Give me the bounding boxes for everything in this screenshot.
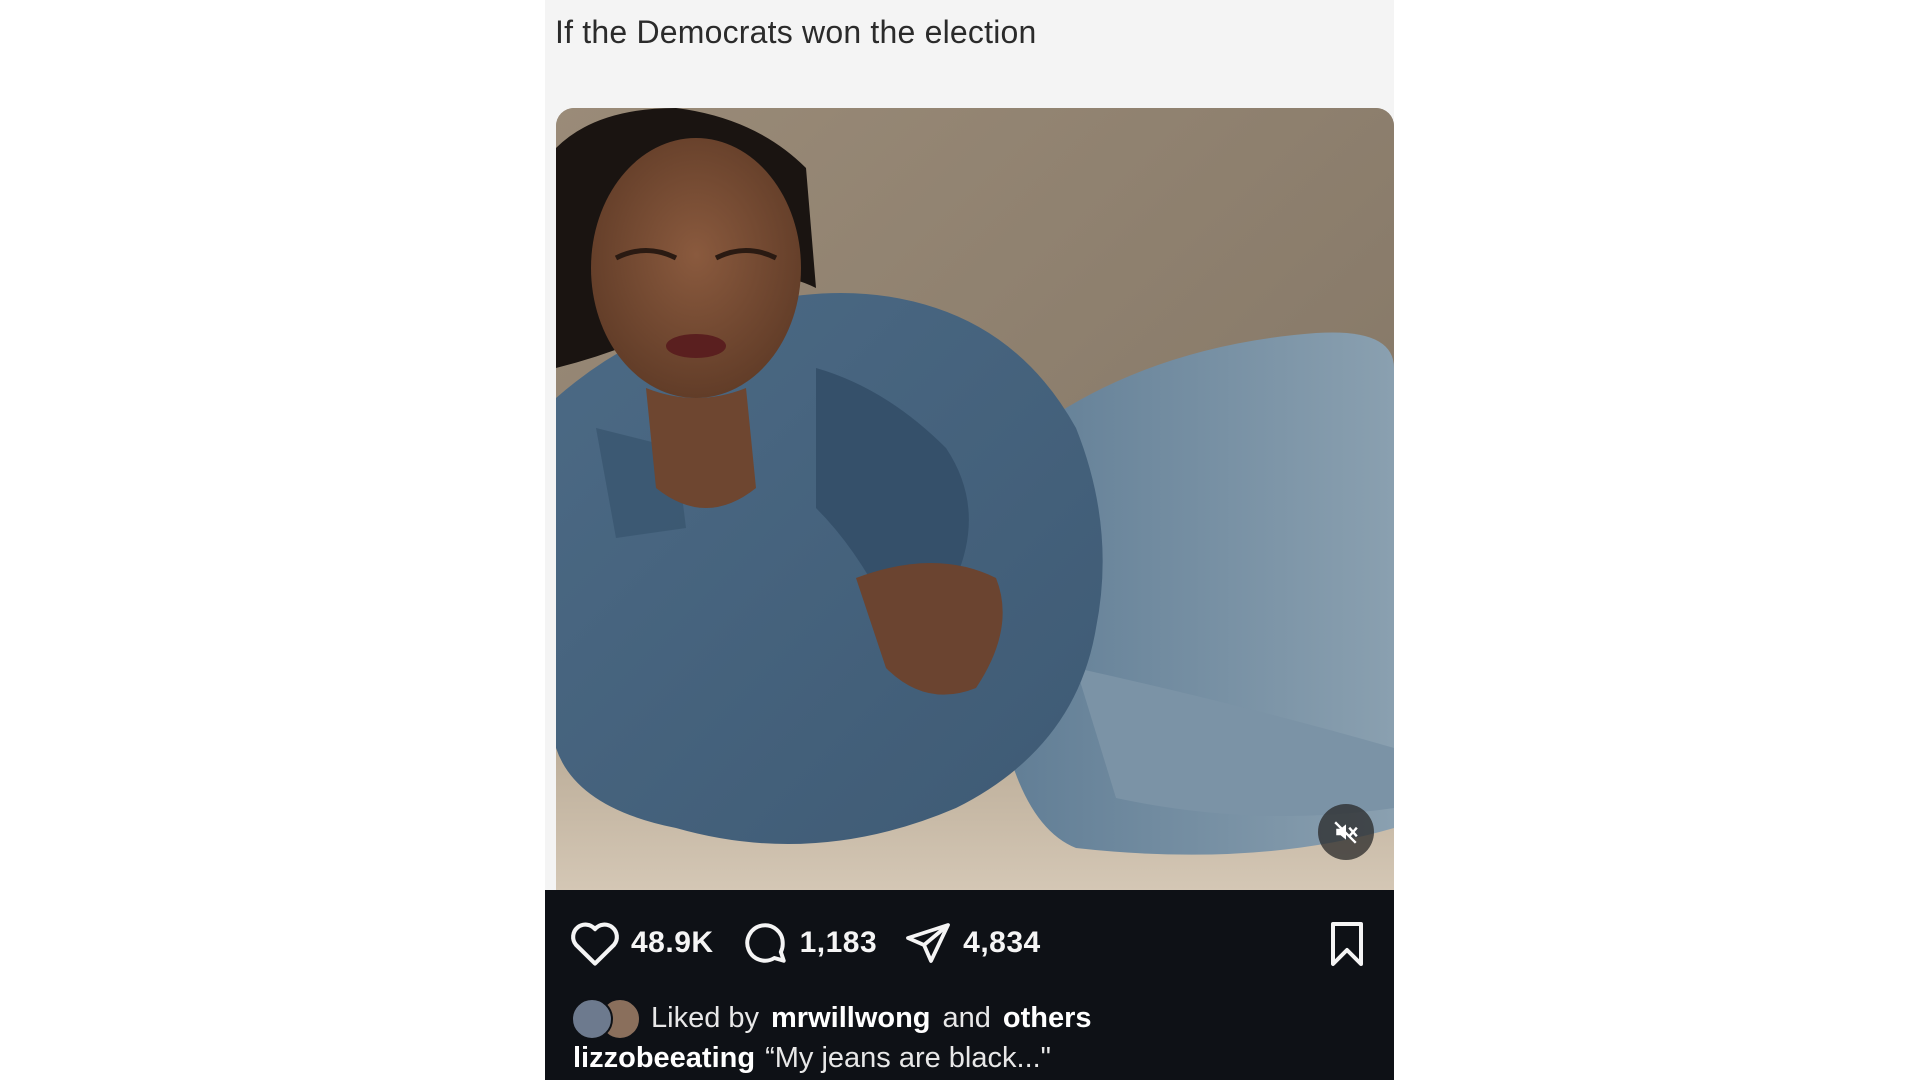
caption-text: “My jeans are black..." — [765, 1042, 1051, 1074]
liked-by-user-link[interactable]: mrwillwong — [771, 1002, 931, 1035]
avatar — [571, 998, 613, 1040]
liker-avatars[interactable] — [571, 998, 643, 1040]
post-media[interactable] — [556, 108, 1394, 890]
post-photo — [556, 108, 1394, 890]
post-caption: lizzobeeating “My jeans are black..." — [573, 1042, 1051, 1075]
like-button[interactable]: 48.9K — [569, 919, 714, 967]
comment-count: 1,183 — [799, 926, 878, 959]
caption-username[interactable]: lizzobeeating — [573, 1042, 755, 1074]
share-button[interactable]: 4,834 — [903, 919, 1041, 967]
mute-button[interactable] — [1318, 804, 1374, 860]
liked-by-others-link[interactable]: others — [1003, 1002, 1092, 1035]
post-action-bar: 48.9K 1,183 4,834 Liked by mrwillwong an… — [545, 890, 1394, 1080]
like-count: 48.9K — [631, 926, 714, 959]
liked-by-line: Liked by mrwillwong and others — [571, 998, 1092, 1040]
comment-icon — [744, 923, 786, 963]
muted-speaker-icon — [1334, 821, 1358, 844]
engagement-actions: 48.9K 1,183 4,834 — [569, 918, 1067, 968]
liked-by-connector: and — [942, 1001, 991, 1034]
send-icon — [906, 923, 951, 963]
liked-by-prefix: Liked by — [651, 1001, 760, 1034]
save-button[interactable] — [1326, 920, 1368, 973]
comment-button[interactable]: 1,183 — [740, 918, 878, 968]
post-header-text: If the Democrats won the election — [555, 14, 1037, 50]
heart-icon — [571, 922, 619, 966]
post-card: If the Democrats won the election 48.9K … — [545, 0, 1394, 1080]
bookmark-icon — [1331, 922, 1363, 966]
share-count: 4,834 — [963, 926, 1041, 959]
